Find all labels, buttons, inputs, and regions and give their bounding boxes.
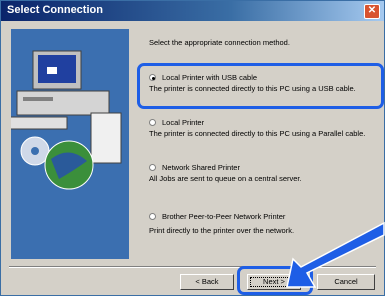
pointer-arrow-icon [286, 221, 385, 288]
select-connection-dialog: Select Connection ✕ Select the appropria… [0, 0, 385, 296]
